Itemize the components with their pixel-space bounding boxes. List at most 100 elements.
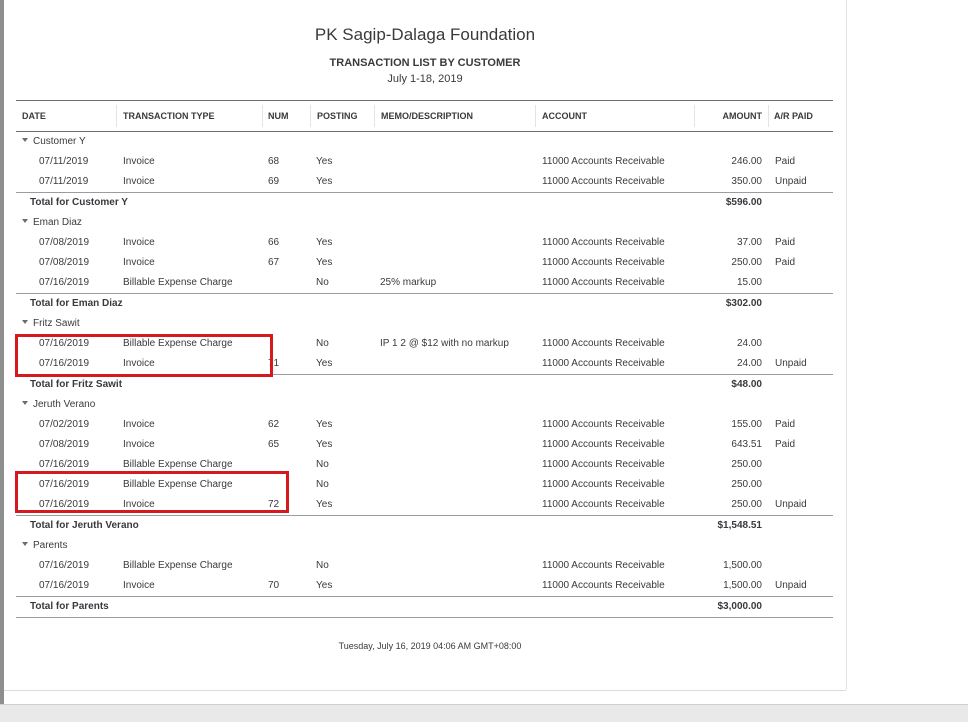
table-row[interactable]: 07/08/2019 Invoice 67 Yes 11000 Accounts Rec…: [16, 253, 833, 273]
cell-account: 11000 Accounts Receivable: [542, 156, 665, 167]
cell-ar-paid: Paid: [775, 156, 796, 167]
collapse-caret-icon[interactable]: [22, 401, 28, 406]
col-header-amount[interactable]: AMOUNT: [723, 101, 763, 131]
cell-ar-paid: Unpaid: [775, 499, 807, 510]
table-row[interactable]: 07/16/2019 Billable Expense Charge No 25% m…: [16, 273, 833, 293]
cell-posting: Yes: [316, 439, 333, 450]
collapse-caret-icon[interactable]: [22, 138, 28, 143]
cell-amount: 155.00: [731, 419, 762, 430]
group-total-amount[interactable]: $302.00: [726, 294, 762, 314]
table-row[interactable]: 07/16/2019 Billable Expense Charge No 11000…: [16, 556, 833, 576]
column-divider: [768, 105, 769, 127]
group-total-amount[interactable]: $596.00: [726, 193, 762, 213]
col-header-num[interactable]: NUM: [268, 101, 289, 131]
collapse-caret-icon[interactable]: [22, 542, 28, 547]
cell-date: 07/16/2019: [39, 277, 90, 288]
group-header-row[interactable]: Parents: [16, 536, 833, 556]
cell-amount: 24.00: [736, 358, 762, 369]
cell-posting: Yes: [316, 237, 333, 248]
collapse-caret-icon[interactable]: [22, 320, 28, 325]
cell-num: 67: [268, 257, 280, 268]
group-name-label: Customer Y: [33, 136, 86, 147]
group-header-row[interactable]: Customer Y: [16, 132, 833, 152]
cell-amount: 1,500.00: [723, 580, 762, 591]
cell-date: 07/08/2019: [39, 439, 90, 450]
cell-posting: No: [316, 338, 329, 349]
table-row[interactable]: 07/08/2019 Invoice 66 Yes 11000 Accounts Rec…: [16, 233, 833, 253]
cell-date: 07/16/2019: [39, 560, 90, 571]
group-name[interactable]: Customer Y: [22, 132, 86, 152]
cell-transaction-type: Invoice: [123, 176, 155, 187]
cell-date: 07/02/2019: [39, 419, 90, 430]
company-name: PK Sagip-Dalaga Foundation: [314, 25, 536, 44]
table-row[interactable]: 07/11/2019 Invoice 69 Yes 11000 Accounts Rec…: [16, 172, 833, 192]
cell-amount: 15.00: [736, 277, 762, 288]
group-name[interactable]: Parents: [22, 536, 67, 556]
group-total-amount[interactable]: $1,548.51: [718, 516, 763, 536]
table-end-rule: [16, 617, 833, 618]
group-total-label: Total for Jeruth Verano: [30, 520, 139, 531]
group-header-row[interactable]: Fritz Sawit: [16, 314, 833, 334]
cell-ar-paid: Unpaid: [775, 176, 807, 187]
group-total-amount[interactable]: $3,000.00: [718, 597, 763, 617]
cell-num: 68: [268, 156, 280, 167]
cell-account: 11000 Accounts Receivable: [542, 560, 665, 571]
table-row[interactable]: 07/08/2019 Invoice 65 Yes 11000 Accounts Rec…: [16, 435, 833, 455]
cell-amount: 250.00: [731, 257, 762, 268]
cell-posting: No: [316, 459, 329, 470]
group-total-amount[interactable]: $48.00: [731, 375, 762, 395]
cell-ar-paid: Paid: [775, 237, 796, 248]
group-header-row[interactable]: Jeruth Verano: [16, 395, 833, 415]
cell-posting: Yes: [316, 358, 333, 369]
col-header-ar-paid[interactable]: A/R PAID: [774, 101, 813, 131]
group-name[interactable]: Jeruth Verano: [22, 395, 95, 415]
group-name[interactable]: Eman Diaz: [22, 213, 82, 233]
cell-ar-paid: Unpaid: [775, 580, 807, 591]
cell-posting: Yes: [316, 419, 333, 430]
cell-account: 11000 Accounts Receivable: [542, 257, 665, 268]
col-header-account[interactable]: ACCOUNT: [542, 101, 587, 131]
cell-amount: 250.00: [731, 479, 762, 490]
cell-ar-paid: Paid: [775, 419, 796, 430]
cell-transaction-type: Billable Expense Charge: [123, 277, 233, 288]
cell-posting: Yes: [316, 176, 333, 187]
column-divider: [694, 105, 695, 127]
cell-amount: 250.00: [731, 459, 762, 470]
table-row[interactable]: 07/16/2019 Invoice 70 Yes 11000 Accounts Rec…: [16, 576, 833, 596]
column-divider: [310, 105, 311, 127]
cell-account: 11000 Accounts Receivable: [542, 499, 665, 510]
window-bottom-bar: [0, 704, 968, 722]
group-total-row: Total for Fritz Sawit $48.00: [16, 374, 833, 395]
collapse-caret-icon[interactable]: [22, 219, 28, 224]
cell-account: 11000 Accounts Receivable: [542, 459, 665, 470]
cell-account: 11000 Accounts Receivable: [542, 237, 665, 248]
group-total-row: Total for Parents $3,000.00: [16, 596, 833, 617]
cell-memo: 25% markup: [380, 277, 437, 288]
table-header: DATE TRANSACTION TYPE NUM POSTING MEMO/D…: [16, 100, 833, 132]
group-name[interactable]: Fritz Sawit: [22, 314, 80, 334]
cell-transaction-type: Invoice: [123, 580, 155, 591]
report-date-range: July 1-18, 2019: [387, 73, 463, 85]
cell-date: 07/08/2019: [39, 257, 90, 268]
group-name-label: Fritz Sawit: [33, 318, 80, 329]
cell-date: 07/11/2019: [39, 176, 89, 187]
cell-account: 11000 Accounts Receivable: [542, 277, 665, 288]
cell-transaction-type: Invoice: [123, 237, 155, 248]
col-header-date[interactable]: DATE: [22, 101, 46, 131]
group-total-row: Total for Eman Diaz $302.00: [16, 293, 833, 314]
group-total-label: Total for Customer Y: [30, 197, 128, 208]
table-row[interactable]: 07/02/2019 Invoice 62 Yes 11000 Accounts Rec…: [16, 415, 833, 435]
col-header-posting[interactable]: POSTING: [317, 101, 358, 131]
cell-amount: 643.51: [731, 439, 762, 450]
group-header-row[interactable]: Eman Diaz: [16, 213, 833, 233]
table-row[interactable]: 07/11/2019 Invoice 68 Yes 11000 Accounts Rec…: [16, 152, 833, 172]
cell-posting: Yes: [316, 156, 333, 167]
column-divider: [374, 105, 375, 127]
group-total-label: Total for Eman Diaz: [30, 298, 123, 309]
column-divider: [116, 105, 117, 127]
col-header-memo[interactable]: MEMO/DESCRIPTION: [381, 101, 473, 131]
col-header-transaction-type[interactable]: TRANSACTION TYPE: [123, 101, 215, 131]
cell-account: 11000 Accounts Receivable: [542, 176, 665, 187]
cell-ar-paid: Unpaid: [775, 358, 807, 369]
cell-amount: 246.00: [731, 156, 762, 167]
